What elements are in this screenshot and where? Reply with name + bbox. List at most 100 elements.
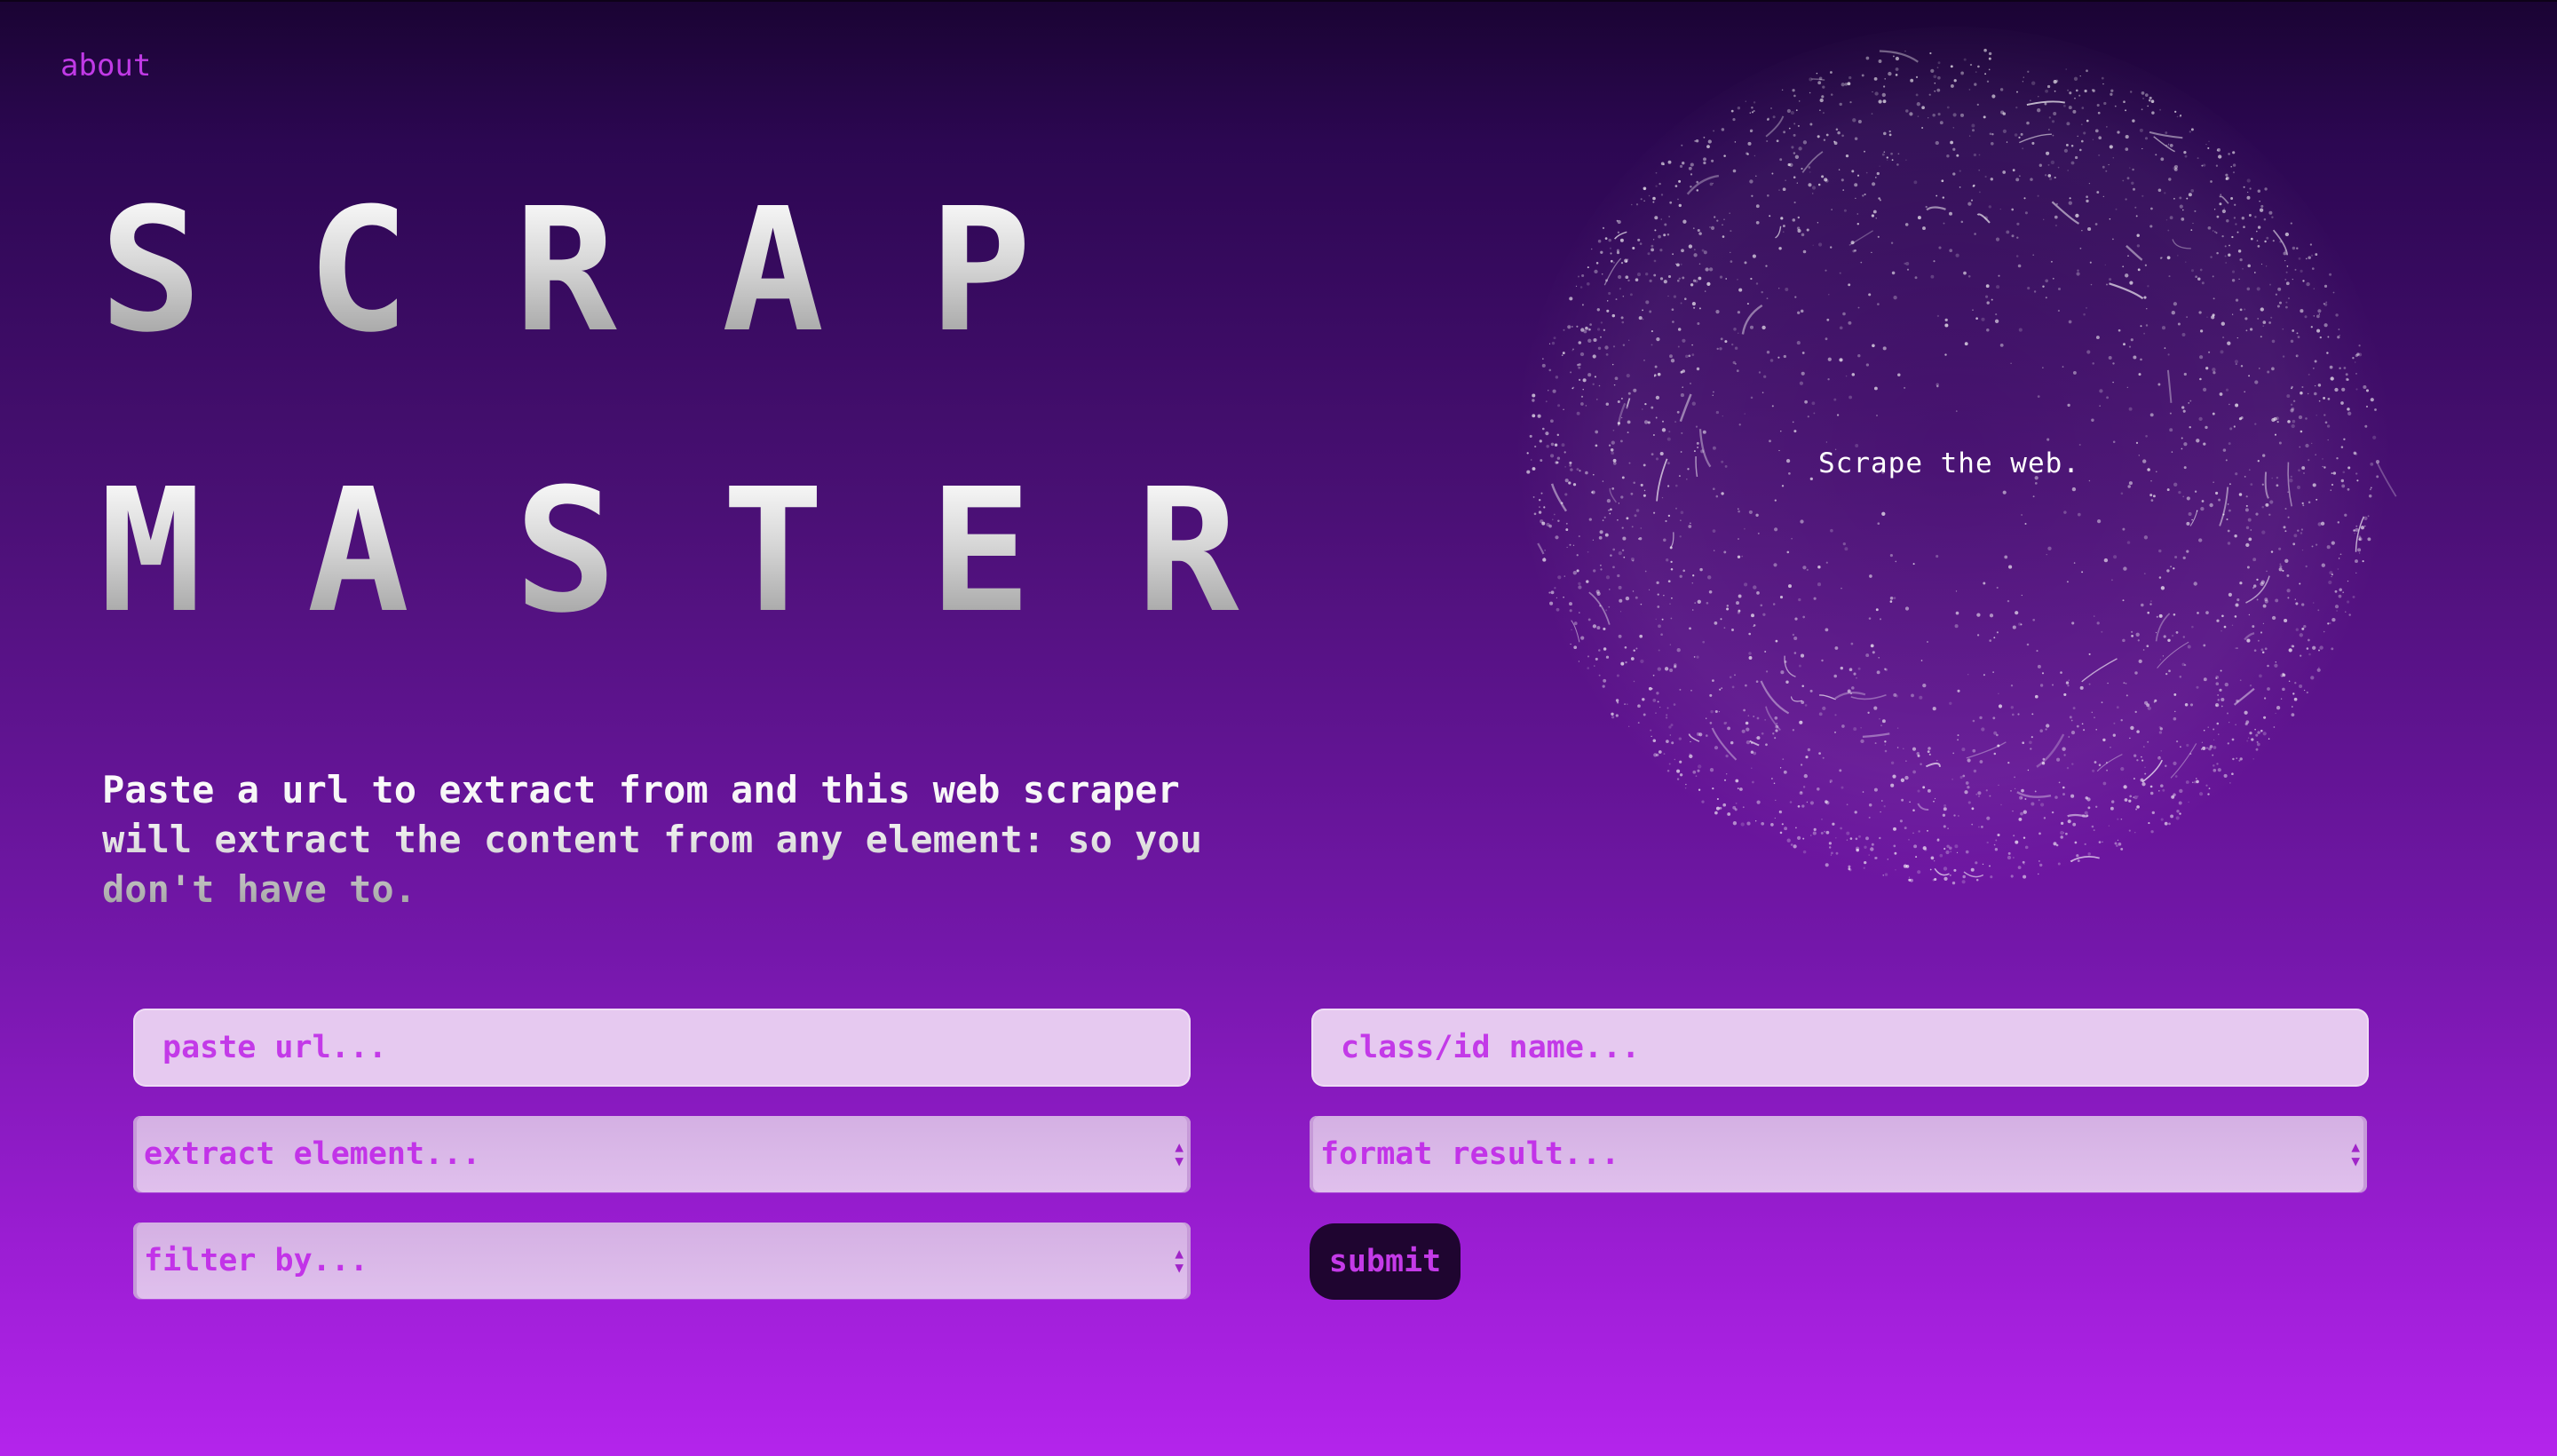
particle-dot <box>1943 866 1948 871</box>
particle-dot <box>2149 99 2151 102</box>
particle-dot <box>1778 189 1780 191</box>
particle-dot <box>2054 215 2058 219</box>
particle-dot <box>2024 798 2027 800</box>
particle-dot <box>2292 278 2293 281</box>
particle-dot <box>2232 757 2235 761</box>
particle-dot <box>2239 257 2243 262</box>
submit-button[interactable]: submit <box>1310 1223 1461 1300</box>
particle-dot <box>2347 487 2350 491</box>
particle-dot <box>1943 847 1946 851</box>
particle-dot <box>1951 881 1956 885</box>
particle-dot <box>2147 285 2149 288</box>
particle-dot <box>1988 205 1991 209</box>
about-link[interactable]: about <box>60 48 151 83</box>
particle-dot <box>1532 399 1535 402</box>
particle-dot <box>1711 159 1714 162</box>
particle-dot <box>1564 493 1568 496</box>
particle-dot <box>1580 402 1584 406</box>
particle-dot <box>1899 819 1903 823</box>
particle-dot <box>1624 646 1627 649</box>
particle-dot <box>2075 213 2079 218</box>
particle-dot <box>1833 674 1837 678</box>
particle-dot <box>1869 574 1872 578</box>
particle-dot <box>1811 186 1817 190</box>
particle-dot <box>2179 115 2182 118</box>
particle-dot <box>1985 284 1990 289</box>
particle-dot <box>1882 85 1886 88</box>
particle-dot <box>1824 830 1826 833</box>
url-input[interactable]: paste url... <box>133 1009 1191 1087</box>
particle-dot <box>1719 347 1722 351</box>
particle-dot <box>2216 215 2220 218</box>
particle-dot <box>1682 386 1683 388</box>
particle-dot <box>1950 83 1954 88</box>
particle-dot <box>1943 825 1946 828</box>
particle-dot <box>1666 769 1670 772</box>
particle-dot <box>1809 801 1814 805</box>
particle-dot <box>2327 336 2330 338</box>
filter-by-select[interactable]: filter by... ▲ ▼ <box>133 1223 1191 1299</box>
particle-dot <box>2109 145 2113 149</box>
particle-dot <box>2186 743 2189 748</box>
particle-dot <box>2249 732 2252 735</box>
particle-dot <box>1950 65 1953 68</box>
particle-dot <box>2217 768 2221 772</box>
particle-dot <box>2367 537 2371 542</box>
particle-dot <box>1953 868 1957 872</box>
particle-dot <box>1681 144 1683 146</box>
particle-dot <box>2174 710 2176 713</box>
particle-dot <box>2106 769 2109 772</box>
particle-dot <box>1643 420 1649 424</box>
particle-dot <box>2086 797 2091 802</box>
particle-dot <box>1828 294 1830 296</box>
particle-dot <box>1579 378 1581 381</box>
particle-dot <box>1999 208 2001 210</box>
particle-dot <box>2293 534 2298 538</box>
particle-dot <box>1608 509 1610 511</box>
particle-dot <box>1820 831 1824 835</box>
particle-dot <box>2185 261 2187 263</box>
particle-dot <box>1774 716 1778 720</box>
particle-dot <box>2083 313 2086 316</box>
particle-dot <box>1871 214 1875 218</box>
particle-dot <box>2081 230 2083 232</box>
particle-dot <box>1853 672 1856 676</box>
particle-dot <box>1779 158 1783 162</box>
particle-dot <box>2256 742 2260 747</box>
particle-dot <box>1856 213 1859 215</box>
particle-dot <box>1746 152 1749 155</box>
particle-dot <box>2317 309 2322 313</box>
particle-dot <box>1834 836 1837 839</box>
particle-dot <box>1828 846 1832 849</box>
particle-dot <box>1621 526 1624 529</box>
particle-dot <box>1797 228 1801 233</box>
particle-dot <box>1844 547 1848 551</box>
particle-dot <box>1619 598 1623 603</box>
particle-dot <box>2125 198 2127 201</box>
particle-dot <box>1670 359 1675 363</box>
particle-dot <box>2223 625 2227 629</box>
particle-dot <box>1934 90 1936 92</box>
particle-dot <box>2179 812 2181 815</box>
particle-dot <box>2368 494 2372 498</box>
particle-dot <box>2173 692 2177 696</box>
particle-dot <box>1729 212 1730 214</box>
class-id-input[interactable]: class/id name... <box>1311 1009 2369 1087</box>
format-result-select[interactable]: format result... ▲ ▼ <box>1310 1116 2367 1192</box>
particle-dot <box>2370 398 2374 402</box>
particle-dot <box>2105 283 2109 286</box>
particle-dot <box>2298 469 2300 472</box>
particle-dot <box>1774 499 1777 502</box>
particle-dot <box>2284 259 2286 262</box>
particle-dot <box>2173 613 2176 616</box>
particle-dot <box>2205 747 2208 749</box>
particle-dot <box>2323 630 2325 633</box>
particle-dot <box>2296 332 2299 335</box>
particle-dot <box>1808 166 1811 169</box>
particle-dot <box>1933 75 1937 79</box>
particle-dot <box>1793 202 1796 204</box>
extract-element-select[interactable]: extract element... ▲ ▼ <box>133 1116 1191 1192</box>
particle-dot <box>2319 645 2323 650</box>
particle-dot <box>2186 496 2190 501</box>
particle-dot <box>2156 471 2157 473</box>
